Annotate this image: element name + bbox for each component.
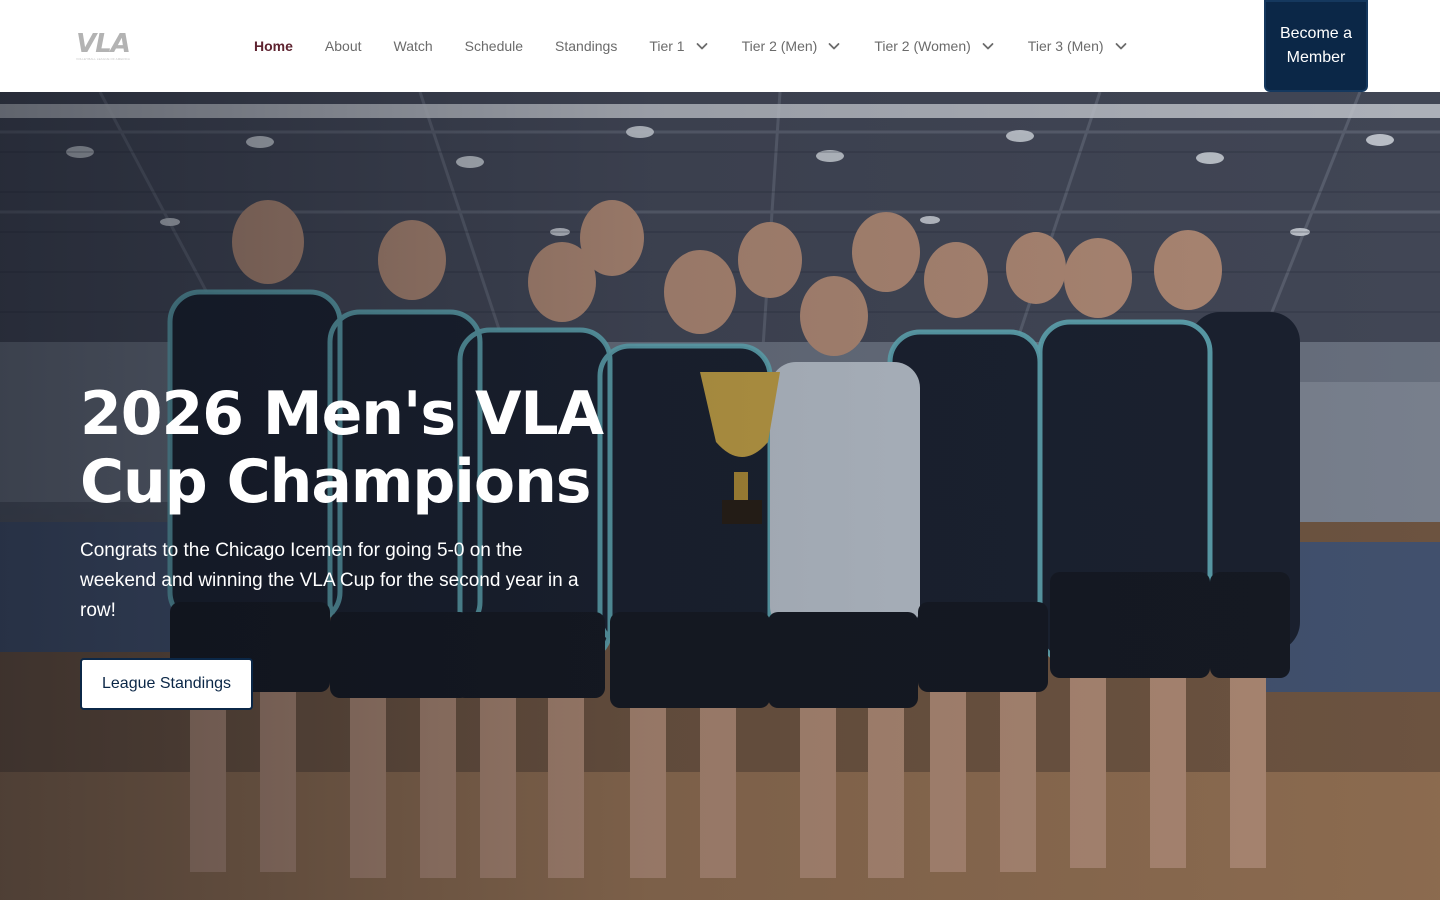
nav-item-label: About	[324, 38, 362, 54]
chevron-down-icon[interactable]	[826, 38, 842, 54]
hero-content: 2026 Men's VLA Cup Champions Congrats to…	[80, 380, 620, 710]
nav-item-label: Watch	[393, 38, 433, 54]
hero-section: 2026 Men's VLA Cup Champions Congrats to…	[0, 92, 1440, 900]
site-header: VLA VOLLEYBALL LEAGUE OF AMERICA Home Abo…	[0, 0, 1440, 92]
nav-item-schedule[interactable]: Schedule	[465, 38, 523, 54]
nav-item-home[interactable]: Home	[254, 38, 293, 54]
nav-item-label: Home	[254, 38, 293, 54]
vla-logo[interactable]: VLA VOLLEYBALL LEAGUE OF AMERICA	[72, 31, 134, 61]
logo-tagline: VOLLEYBALL LEAGUE OF AMERICA	[75, 57, 131, 61]
nav-item-label: Tier 2 (Women)	[874, 38, 971, 54]
nav-item-tier-2-men[interactable]: Tier 2 (Men)	[742, 38, 843, 54]
nav-item-tier-3-men[interactable]: Tier 3 (Men)	[1028, 38, 1129, 54]
main-nav: Home About Watch Schedule Standings Tier 1 Tie…	[254, 0, 1161, 92]
nav-item-label: Tier 2 (Men)	[741, 38, 818, 54]
chevron-down-icon[interactable]	[980, 38, 996, 54]
hero-title: 2026 Men's VLA Cup Champions	[80, 379, 604, 517]
chevron-down-icon[interactable]	[1113, 38, 1129, 54]
nav-item-label: Tier 3 (Men)	[1027, 38, 1104, 54]
chevron-down-icon[interactable]	[694, 38, 710, 54]
nav-item-about[interactable]: About	[325, 38, 362, 54]
become-member-button[interactable]: Become a Member	[1264, 0, 1368, 92]
nav-item-standings[interactable]: Standings	[555, 38, 617, 54]
nav-item-label: Tier 1	[649, 38, 685, 54]
nav-item-label: Schedule	[464, 38, 524, 54]
nav-item-tier-2-women[interactable]: Tier 2 (Women)	[874, 38, 995, 54]
nav-item-tier-1[interactable]: Tier 1	[649, 38, 709, 54]
logo-mark: VLA	[76, 29, 131, 59]
league-standings-button[interactable]: League Standings	[80, 658, 253, 710]
nav-item-label: Standings	[555, 38, 618, 54]
nav-item-watch[interactable]: Watch	[394, 38, 433, 54]
hero-description: Congrats to the Chicago Icemen for going…	[80, 540, 579, 621]
